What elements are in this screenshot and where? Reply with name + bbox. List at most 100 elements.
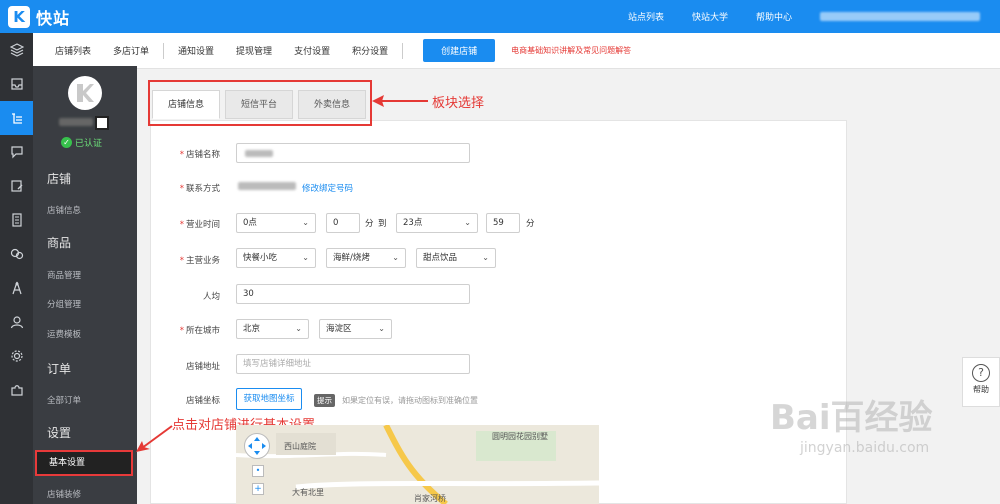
end-minute-input[interactable]: 59 bbox=[486, 213, 520, 233]
avatar[interactable] bbox=[68, 76, 102, 110]
store-name-blurred bbox=[245, 150, 273, 157]
logo-text: 快站 bbox=[36, 9, 71, 28]
address-input[interactable]: 填写店铺详细地址 bbox=[236, 354, 470, 374]
top-link-university[interactable]: 快站大学 bbox=[692, 10, 728, 23]
subnav-payment-settings[interactable]: 支付设置 bbox=[294, 44, 330, 57]
section-orders: 订单 bbox=[47, 362, 72, 376]
location-map[interactable]: • + 西山庭院 圆明园花园别墅 大有北里 肖家河桥 bbox=[236, 425, 599, 504]
check-icon: ✓ bbox=[61, 137, 72, 148]
get-map-coordinates-button[interactable]: 获取地图坐标 bbox=[236, 388, 302, 410]
sidebar-item-all-orders[interactable]: 全部订单 bbox=[47, 394, 81, 406]
annotation-arrow-tabs bbox=[372, 95, 428, 107]
settings-icon[interactable] bbox=[0, 339, 33, 373]
chevron-down-icon: ⌄ bbox=[302, 218, 309, 227]
tabs-highlight-box bbox=[148, 80, 372, 126]
baidu-watermark: Bai百经验 bbox=[770, 398, 933, 438]
question-icon: ? bbox=[972, 364, 990, 382]
compass-icon[interactable] bbox=[0, 271, 33, 305]
store-sidebar: ✓ 已认证 店铺 店铺信息 商品 商品管理 分组管理 运费模板 订单 全部订单 … bbox=[33, 66, 137, 504]
sidebar-item-group-management[interactable]: 分组管理 bbox=[47, 298, 81, 310]
ecommerce-faq-link[interactable]: 电商基础知识讲解及常见问题解答 bbox=[511, 45, 631, 56]
minute-unit-label: 分 bbox=[365, 219, 374, 229]
verified-label: 已认证 bbox=[75, 139, 103, 149]
subnav-divider bbox=[402, 42, 404, 59]
chevron-down-icon: ⌄ bbox=[302, 253, 309, 262]
subnav-notification-settings[interactable]: 通知设置 bbox=[178, 44, 214, 57]
section-store: 店铺 bbox=[47, 172, 72, 186]
edit-doc-icon[interactable] bbox=[0, 169, 33, 203]
map-label: 大有北里 bbox=[292, 488, 324, 497]
sidebar-item-shipping-template[interactable]: 运费模板 bbox=[47, 328, 81, 340]
phone-number-blurred bbox=[238, 182, 296, 190]
map-zoom-in-button[interactable]: + bbox=[252, 483, 264, 495]
district-select[interactable]: 海淀区 ⌄ bbox=[319, 319, 392, 339]
start-hour-select[interactable]: 0点 ⌄ bbox=[236, 213, 316, 233]
sub-navigation: 店铺列表 多店订单 通知设置 提现管理 支付设置 积分设置 创建店铺 电商基础知… bbox=[33, 33, 1000, 69]
label-address: 店铺地址 bbox=[185, 362, 220, 372]
chat-icon[interactable] bbox=[0, 135, 33, 169]
section-settings: 设置 bbox=[47, 426, 72, 440]
map-label: 西山庭院 bbox=[284, 442, 316, 451]
subnav-points-settings[interactable]: 积分设置 bbox=[352, 44, 388, 57]
annotation-arrow-sidebar bbox=[136, 425, 173, 452]
map-locate-button[interactable]: • bbox=[252, 465, 264, 477]
list-icon[interactable] bbox=[0, 101, 33, 135]
end-minute-unit-label: 分 bbox=[526, 219, 535, 229]
annotation-tabs-note: 板块选择 bbox=[432, 96, 485, 111]
icon-sidebar bbox=[0, 33, 33, 504]
chevron-down-icon: ⌄ bbox=[482, 253, 489, 262]
verified-badge: ✓ 已认证 bbox=[61, 136, 102, 149]
help-float-button[interactable]: ? 帮助 bbox=[962, 357, 1000, 407]
subnav-store-list[interactable]: 店铺列表 bbox=[55, 44, 91, 57]
business-select-3[interactable]: 甜点饮品 ⌄ bbox=[416, 248, 496, 268]
sidebar-item-basic-settings[interactable]: 基本设置 bbox=[35, 450, 133, 476]
bubbles-icon[interactable] bbox=[0, 237, 33, 271]
logo-mark-icon: K bbox=[8, 6, 30, 28]
layers-icon[interactable] bbox=[0, 33, 33, 67]
subnav-withdraw-management[interactable]: 提现管理 bbox=[236, 44, 272, 57]
label-main-business: * 主营业务 bbox=[179, 256, 220, 266]
top-bar: K 快站 站点列表 快站大学 帮助中心 bbox=[0, 0, 1000, 33]
start-minute-input[interactable]: 0 bbox=[326, 213, 360, 233]
user-account-blurred[interactable] bbox=[820, 12, 980, 21]
hint-text: 如果定位有误，请拖动图标到准确位置 bbox=[342, 396, 478, 405]
business-select-2[interactable]: 海鲜/烧烤 ⌄ bbox=[326, 248, 406, 268]
chevron-down-icon: ⌄ bbox=[464, 218, 471, 227]
label-contact: * 联系方式 bbox=[179, 184, 220, 194]
puzzle-icon[interactable] bbox=[0, 373, 33, 407]
user-icon[interactable] bbox=[0, 305, 33, 339]
top-link-help-center[interactable]: 帮助中心 bbox=[756, 10, 792, 23]
inbox-icon[interactable] bbox=[0, 67, 33, 101]
label-per-capita: 人均 bbox=[202, 292, 220, 302]
logo[interactable]: K 快站 bbox=[8, 5, 70, 29]
city-select[interactable]: 北京 ⌄ bbox=[236, 319, 309, 339]
change-phone-link[interactable]: 修改绑定号码 bbox=[302, 182, 353, 194]
document-icon[interactable] bbox=[0, 203, 33, 237]
end-hour-select[interactable]: 23点 ⌄ bbox=[396, 213, 478, 233]
section-goods: 商品 bbox=[47, 236, 72, 250]
baidu-watermark-url: jingyan.baidu.com bbox=[800, 440, 930, 456]
label-store-name: * 店铺名称 bbox=[179, 150, 220, 160]
label-city: * 所在城市 bbox=[179, 326, 220, 336]
account-name-blurred bbox=[59, 118, 93, 126]
chevron-down-icon: ⌄ bbox=[295, 324, 302, 333]
subnav-divider bbox=[163, 42, 165, 59]
map-pan-control[interactable] bbox=[244, 433, 270, 459]
create-store-button[interactable]: 创建店铺 bbox=[423, 39, 496, 62]
sidebar-item-store-info[interactable]: 店铺信息 bbox=[47, 204, 81, 216]
sidebar-item-store-decoration[interactable]: 店铺装修 bbox=[47, 488, 81, 500]
business-select-1[interactable]: 快餐小吃 ⌄ bbox=[236, 248, 316, 268]
to-label: 到 bbox=[378, 219, 387, 229]
qr-code-icon[interactable] bbox=[95, 116, 109, 130]
subnav-multi-store-orders[interactable]: 多店订单 bbox=[113, 44, 149, 57]
help-label: 帮助 bbox=[973, 385, 989, 394]
per-capita-input[interactable]: 30 bbox=[236, 284, 470, 304]
chevron-down-icon: ⌄ bbox=[392, 253, 399, 262]
chevron-down-icon: ⌄ bbox=[378, 324, 385, 333]
label-business-hours: * 营业时间 bbox=[179, 220, 220, 230]
top-links: 站点列表 快站大学 帮助中心 bbox=[628, 0, 1000, 33]
sidebar-item-goods-management[interactable]: 商品管理 bbox=[47, 269, 81, 281]
top-link-site-list[interactable]: 站点列表 bbox=[628, 10, 664, 23]
hint-badge: 提示 bbox=[314, 394, 335, 407]
store-name-input[interactable] bbox=[236, 143, 470, 163]
